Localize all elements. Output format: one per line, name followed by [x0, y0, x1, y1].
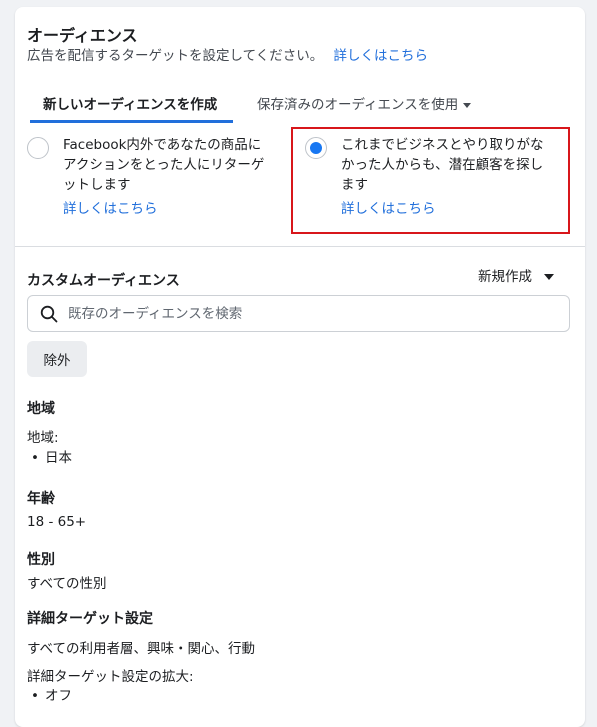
- new-create-dropdown[interactable]: 新規作成: [478, 265, 554, 285]
- age-title: 年齢: [27, 491, 55, 507]
- location-label: 地域:: [27, 430, 59, 446]
- option-prospect: これまでビジネスとやり取りがな かった人からも、潜在顧客を探し ます 詳しくはこ…: [341, 135, 544, 219]
- detailed-expansion-label: 詳細ターゲット設定の拡大:: [27, 669, 194, 685]
- location-list: 日本: [27, 446, 72, 466]
- tab-saved-label: 保存済みのオーディエンスを使用: [257, 97, 459, 113]
- gender-title: 性別: [27, 552, 55, 568]
- gender-value: すべての性別: [27, 576, 107, 592]
- detailed-expansion-list: オフ: [27, 684, 72, 704]
- option-retarget-line: アクションをとった人にリターゲ: [63, 157, 265, 173]
- audience-subtitle-text: 広告を配信するターゲットを設定してください。: [27, 48, 324, 64]
- tab-saved-audience[interactable]: 保存済みのオーディエンスを使用: [257, 93, 472, 113]
- option-prospect-learn-more-link[interactable]: 詳しくはこちら: [341, 199, 544, 219]
- option-retarget: Facebook内外であなたの商品に アクションをとった人にリターゲ ットします…: [63, 135, 264, 219]
- active-tab-indicator: [30, 120, 233, 123]
- exclude-button[interactable]: 除外: [27, 341, 87, 377]
- location-title: 地域: [27, 401, 55, 417]
- audience-subtitle: 広告を配信するターゲットを設定してください。 詳しくはこちら: [27, 44, 428, 64]
- detailed-targeting-value: すべての利用者層、興味・関心、行動: [27, 641, 256, 657]
- audience-card: オーディエンス 広告を配信するターゲットを設定してください。 詳しくはこちら 新…: [15, 7, 585, 727]
- custom-audience-title: カスタムオーディエンス: [27, 273, 180, 289]
- section-divider: [15, 246, 585, 247]
- audience-title: オーディエンス: [27, 26, 138, 45]
- search-icon: [40, 305, 58, 323]
- caret-down-icon: [544, 274, 554, 280]
- option-prospect-line: ます: [341, 177, 368, 193]
- audience-search-input[interactable]: [68, 296, 558, 331]
- age-value: 18 - 65+: [27, 514, 87, 530]
- new-create-label: 新規作成: [478, 269, 532, 285]
- caret-down-icon: [463, 102, 472, 108]
- option-prospect-line: これまでビジネスとやり取りがな: [341, 137, 544, 153]
- detailed-expansion-item: オフ: [27, 684, 72, 704]
- detailed-targeting-title: 詳細ターゲット設定: [27, 611, 153, 627]
- option-retarget-learn-more-link[interactable]: 詳しくはこちら: [63, 199, 264, 219]
- audience-search-box: [27, 295, 570, 332]
- radio-retarget[interactable]: [27, 137, 49, 159]
- location-item: 日本: [27, 446, 72, 466]
- audience-learn-more-link[interactable]: 詳しくはこちら: [334, 48, 429, 64]
- option-retarget-line: Facebook内外であなたの商品に: [63, 137, 262, 153]
- tab-new-audience[interactable]: 新しいオーディエンスを作成: [43, 93, 217, 113]
- option-prospect-line: かった人からも、潜在顧客を探し: [341, 157, 544, 173]
- radio-prospect[interactable]: [305, 137, 327, 159]
- option-retarget-line: ットします: [63, 177, 131, 193]
